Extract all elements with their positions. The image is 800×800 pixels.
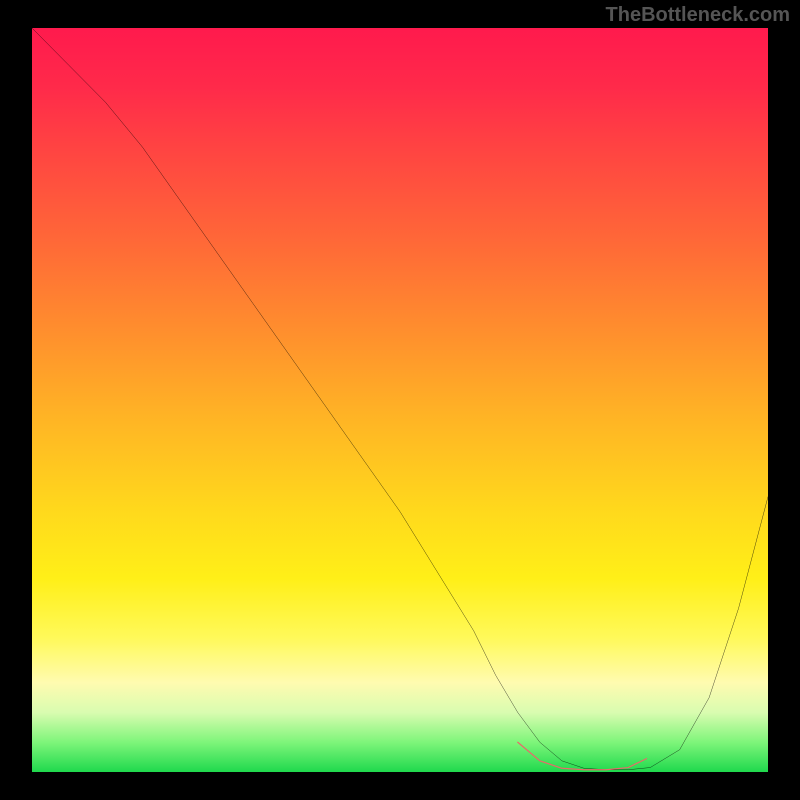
chart-svg: [32, 28, 768, 772]
watermark-text: TheBottleneck.com: [606, 4, 790, 27]
bottleneck-curve: [32, 28, 768, 770]
plot-area: [32, 28, 768, 772]
optimal-segment: [518, 742, 647, 770]
